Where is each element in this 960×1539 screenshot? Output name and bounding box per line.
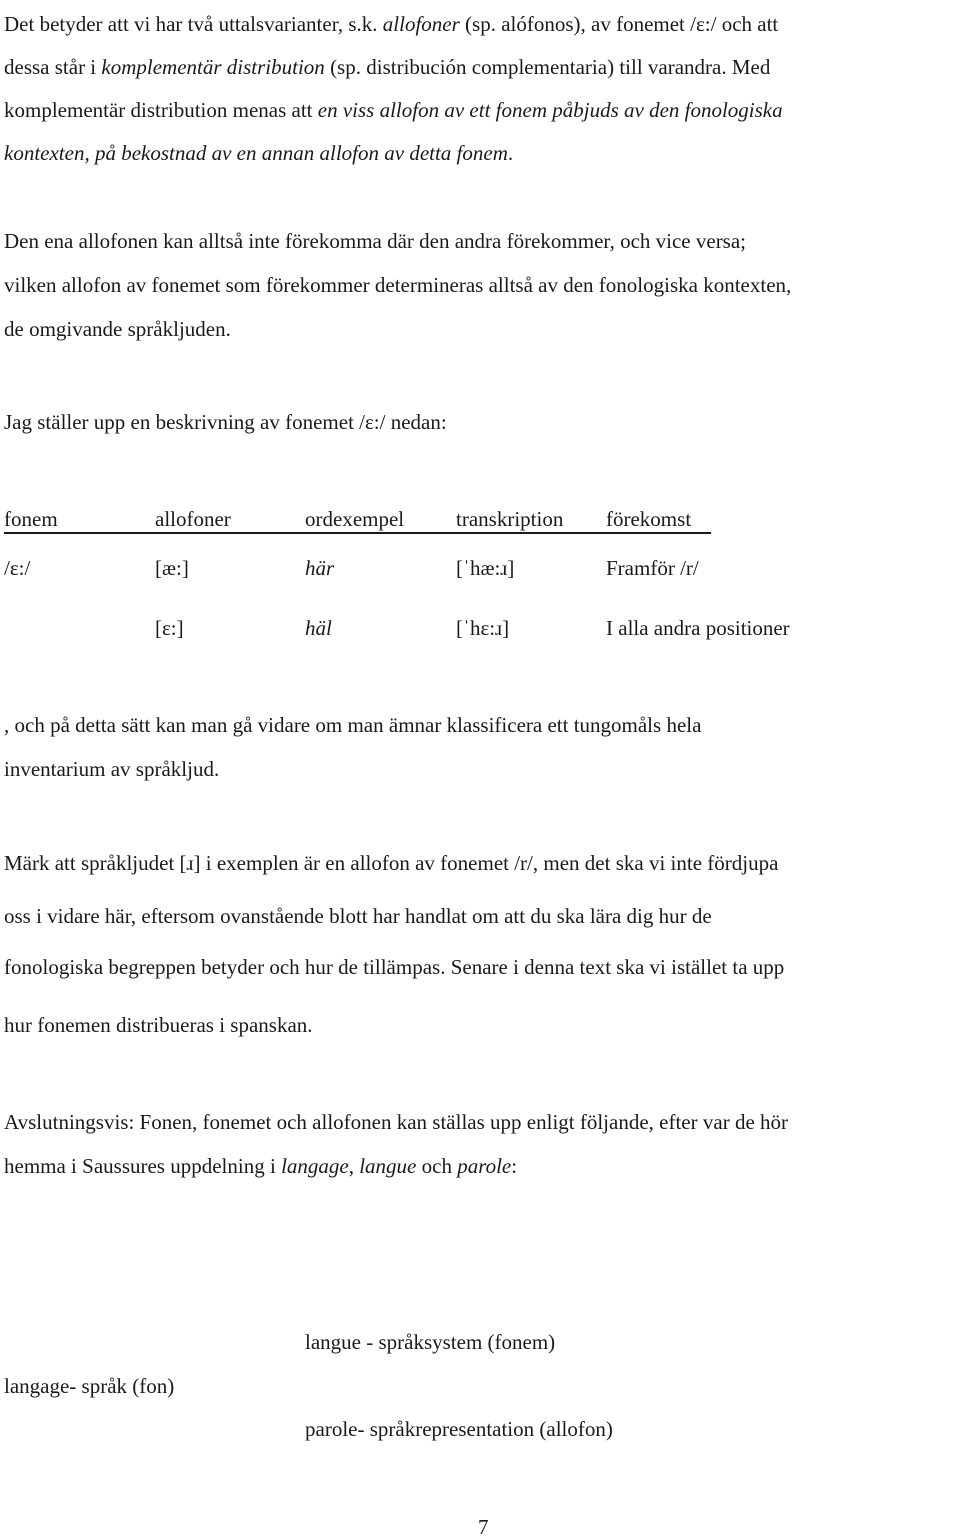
text-run: : [511, 1154, 518, 1178]
text-run: dessa står i [4, 55, 102, 79]
italic-term-parole: parole [457, 1154, 512, 1178]
paragraph-5-line-4: hur fonemen distribueras i spanskan. [4, 1013, 313, 1037]
text-run: komplementär distribution menas att [4, 98, 318, 122]
paragraph-5-line-1: Märk att språkljudet [ɹ] i exemplen är e… [4, 851, 779, 875]
paragraph-4-line-1: , och på detta sätt kan man gå vidare om… [4, 713, 702, 737]
text-run: och [416, 1154, 458, 1178]
paragraph-3: Jag ställer upp en beskrivning av foneme… [4, 410, 447, 434]
paragraph-1-line-4: kontexten, på bekostnad av en annan allo… [4, 141, 513, 165]
text-run: (sp. distribución complementaria) till v… [324, 55, 771, 79]
paragraph-5-line-3: fonologiska begreppen betyder och hur de… [4, 955, 785, 979]
paragraph-2-line-3: de omgivande språkljuden. [4, 317, 231, 341]
italic-term: komplementär distribution [101, 55, 325, 79]
cell-forekomst: I alla andra positioner [606, 616, 790, 640]
table-header-fonem: fonem [4, 507, 58, 531]
cell-fonem: /ɛ:/ [4, 556, 31, 580]
paragraph-1-line-3: komplementär distribution menas att en v… [4, 98, 783, 122]
text-run: , [348, 1154, 360, 1178]
page-number: 7 [478, 1515, 489, 1539]
italic-definition: kontexten, på bekostnad av en annan allo… [4, 141, 508, 165]
paragraph-6-line-2: hemma i Saussures uppdelning i langage, … [4, 1154, 517, 1178]
italic-term: allofoner [382, 12, 460, 36]
paragraph-5-line-2: oss i vidare här, eftersom ovanstående b… [4, 904, 712, 928]
paragraph-2-line-1: Den ena allofonen kan alltså inte föreko… [4, 229, 747, 253]
paragraph-1-line-1: Det betyder att vi har två uttalsvariant… [4, 12, 778, 36]
paragraph-6-line-1: Avslutningsvis: Fonen, fonemet och allof… [4, 1110, 789, 1134]
table-header-underline [4, 532, 711, 534]
paragraph-1-line-2: dessa står i komplementär distribution (… [4, 55, 770, 79]
text-run: hemma i Saussures uppdelning i [4, 1154, 282, 1178]
langage-label: langage- språk (fon) [4, 1374, 175, 1398]
table-header-forekomst: förekomst [606, 507, 692, 531]
cell-ordexempel: häl [305, 616, 332, 640]
italic-definition: en viss allofon av ett fonem påbjuds av … [317, 98, 783, 122]
text-run: (sp. alófonos), av fonemet /ɛ:/ och att [459, 12, 779, 36]
parole-label: parole- språkrepresentation (allofon) [305, 1417, 613, 1441]
cell-transkription: [ˈhɛ:ɹ] [456, 616, 510, 640]
cell-allofon: [ɛ:] [155, 616, 184, 640]
table-header-transkription: transkription [456, 507, 564, 531]
paragraph-4-line-2: inventarium av språkljud. [4, 757, 220, 781]
cell-ordexempel: här [305, 556, 335, 580]
text-run: . [507, 141, 514, 165]
text-run: Det betyder att vi har två uttalsvariant… [4, 12, 383, 36]
cell-transkription: [ˈhæ:ɹ] [456, 556, 515, 580]
table-header-ordexempel: ordexempel [305, 507, 405, 531]
italic-term-langage: langage [281, 1154, 349, 1178]
italic-term-langue: langue [359, 1154, 417, 1178]
langue-label: langue - språksystem (fonem) [305, 1330, 556, 1354]
paragraph-2-line-2: vilken allofon av fonemet som förekommer… [4, 273, 792, 297]
cell-forekomst: Framför /r/ [606, 556, 699, 580]
cell-allofon: [æ:] [155, 556, 189, 580]
table-header-allofoner: allofoner [155, 507, 231, 531]
